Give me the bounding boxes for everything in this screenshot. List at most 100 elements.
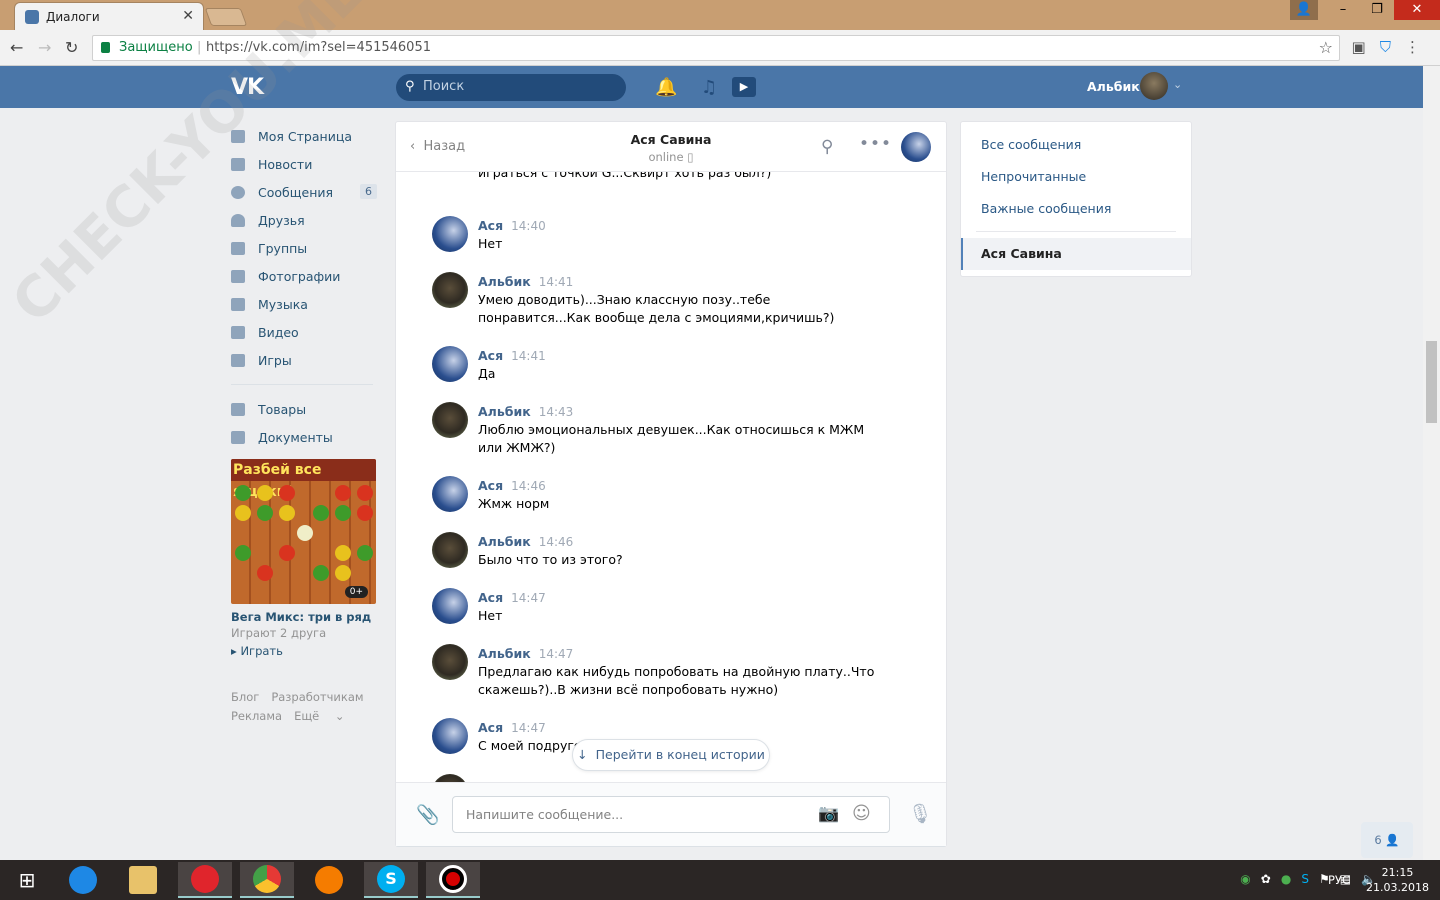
message-time: 14:41 (538, 275, 574, 289)
sender-name[interactable]: Альбик (478, 534, 531, 549)
taskbar-ie[interactable] (56, 862, 110, 898)
scrollbar-thumb[interactable] (1426, 341, 1437, 423)
new-tab-button[interactable] (204, 8, 248, 26)
game-name-link[interactable]: Вега Микс: три в ряд (231, 610, 381, 624)
sender-name[interactable]: Альбик (478, 646, 531, 661)
close-window-button[interactable]: ✕ (1394, 0, 1440, 20)
start-button[interactable]: ⊞ (0, 862, 54, 898)
sender-avatar[interactable] (432, 774, 468, 782)
language-indicator[interactable]: РУС (1328, 873, 1350, 887)
menu-item-documents[interactable]: Документы (231, 423, 381, 451)
play-icon[interactable]: ▶ (732, 77, 756, 97)
reload-icon[interactable]: ↻ (65, 38, 78, 57)
taskbar-chrome[interactable] (240, 862, 294, 898)
sender-name[interactable]: Ася (478, 218, 503, 233)
filter-important[interactable]: Важные сообщения (981, 201, 1111, 216)
menu-item-label: Друзья (258, 212, 305, 228)
vk-logo[interactable]: VK (231, 75, 264, 100)
page-scrollbar[interactable] (1423, 66, 1440, 860)
jump-to-end-button[interactable]: ↓ Перейти в конец истории (572, 739, 770, 771)
sender-name[interactable]: Ася (478, 478, 503, 493)
address-bar[interactable]: Защищено | https://vk.com/im?sel=4515460… (92, 35, 1340, 61)
filter-all-messages[interactable]: Все сообщения (981, 137, 1081, 152)
sender-name[interactable]: Ася (478, 348, 503, 363)
taskbar-recorder[interactable] (426, 862, 480, 898)
contact-avatar[interactable] (901, 132, 931, 162)
menu-item-news[interactable]: Новости (231, 150, 381, 178)
tab-dialogs[interactable]: Диалоги ✕ (14, 2, 204, 30)
close-tab-icon[interactable]: ✕ (182, 8, 194, 24)
menu-item-groups[interactable]: Группы (231, 234, 381, 262)
restore-button[interactable]: ❐ (1360, 0, 1394, 20)
taskbar-clock[interactable]: 21:15 21.03.2018 (1366, 865, 1429, 895)
bookmark-star-icon[interactable]: ☆ (1319, 38, 1333, 57)
sender-avatar[interactable] (432, 402, 468, 438)
sender-avatar[interactable] (432, 718, 468, 754)
search-input[interactable] (423, 79, 613, 94)
sender-avatar[interactable] (432, 216, 468, 252)
minimize-button[interactable]: – (1326, 0, 1360, 20)
chevron-down-icon[interactable]: ⌄ (1173, 78, 1182, 91)
more-icon[interactable]: ••• (859, 134, 892, 154)
taskbar-explorer[interactable] (116, 862, 170, 898)
sender-avatar[interactable] (432, 272, 468, 308)
footer-blog-link[interactable]: Блог (231, 690, 259, 704)
chrome-menu-icon[interactable]: ⋮ (1405, 38, 1420, 56)
footer-dev-link[interactable]: Разработчикам (271, 690, 363, 704)
taskbar-skype[interactable]: S (364, 862, 418, 898)
tray-app-icon[interactable]: ✿ (1261, 872, 1271, 886)
header-avatar[interactable] (1140, 72, 1168, 100)
menu-item-messages[interactable]: Сообщения 6 (231, 178, 381, 206)
sender-avatar[interactable] (432, 644, 468, 680)
header-username[interactable]: Альбик (1087, 79, 1140, 94)
paperclip-icon[interactable]: 📎 (416, 803, 440, 826)
sender-name[interactable]: Ася (478, 590, 503, 605)
dialog-panel: ‹ Назад Ася Савина online ▯ ⚲ ••• играть… (396, 122, 946, 846)
skype-tray-icon[interactable]: S (1301, 872, 1309, 886)
search-box[interactable]: ⚲ (396, 74, 626, 101)
sender-name[interactable]: Альбик (478, 404, 531, 419)
menu-item-my-page[interactable]: Моя Страница (231, 122, 381, 150)
tray-app-icon[interactable]: ◉ (1240, 872, 1250, 886)
forward-arrow-icon[interactable]: → (38, 38, 51, 57)
sender-avatar[interactable] (432, 346, 468, 382)
message-history[interactable]: играться с точкой G...Сквирт хоть раз бы… (396, 172, 946, 782)
menu-item-goods[interactable]: Товары (231, 395, 381, 423)
microphone-icon[interactable]: 🎙 (908, 802, 932, 825)
footer-more-link[interactable]: Ещё ⌄ (294, 709, 356, 723)
secure-label: Защищено (119, 40, 193, 55)
profile-icon[interactable]: 👤 (1290, 0, 1318, 20)
search-icon[interactable]: ⚲ (821, 137, 833, 157)
online-friends-button[interactable]: 6 👤 (1361, 822, 1413, 858)
extension-icon[interactable]: ▣ (1352, 38, 1366, 56)
menu-item-games[interactable]: Игры (231, 346, 381, 374)
sender-name[interactable]: Альбик (478, 274, 531, 289)
bell-icon[interactable]: 🔔 (655, 77, 677, 98)
current-dialog-item[interactable]: Ася Савина (961, 238, 1191, 270)
taskbar-opera[interactable] (178, 862, 232, 898)
back-arrow-icon[interactable]: ← (10, 38, 23, 57)
url-text[interactable]: https://vk.com/im?sel=451546051 (206, 40, 431, 55)
sender-name[interactable]: Ася (478, 720, 503, 735)
sender-avatar[interactable] (432, 476, 468, 512)
sender-avatar[interactable] (432, 588, 468, 624)
taskbar-firefox[interactable] (302, 862, 356, 898)
music-note-icon[interactable]: ♫ (701, 77, 717, 98)
footer-ads-link[interactable]: Реклама (231, 709, 282, 723)
filter-unread[interactable]: Непрочитанные (981, 169, 1086, 184)
game-promo-banner[interactable]: Разбей все ящики! 0+ (231, 459, 376, 604)
game-play-link[interactable]: ▸ Играть (231, 644, 381, 658)
document-icon (231, 430, 245, 444)
mobile-icon: ▯ (687, 150, 694, 164)
camera-icon[interactable]: 📷 (818, 804, 839, 824)
shield-extension-icon[interactable]: ⛉ (1380, 38, 1391, 56)
menu-item-video[interactable]: Видео (231, 318, 381, 346)
sender-avatar[interactable] (432, 532, 468, 568)
emoji-icon[interactable]: ☺ (852, 803, 871, 824)
menu-item-friends[interactable]: Друзья (231, 206, 381, 234)
tray-app-icon[interactable]: ● (1281, 872, 1291, 886)
chrome-icon (253, 865, 281, 893)
menu-item-photos[interactable]: Фотографии (231, 262, 381, 290)
message-text: Да (478, 366, 496, 381)
menu-item-music[interactable]: Музыка (231, 290, 381, 318)
